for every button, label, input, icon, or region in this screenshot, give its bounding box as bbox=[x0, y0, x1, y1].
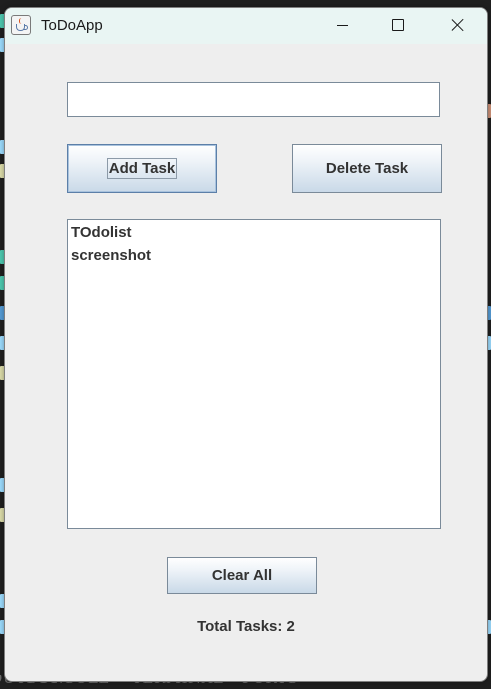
java-cup-icon bbox=[11, 15, 31, 35]
task-list-item[interactable]: TOdolist bbox=[71, 223, 440, 246]
maximize-button[interactable] bbox=[375, 8, 421, 44]
window-title: ToDoApp bbox=[41, 17, 103, 34]
task-list-item[interactable]: screenshot bbox=[71, 246, 440, 269]
close-button[interactable] bbox=[435, 8, 481, 44]
add-task-label: Add Task bbox=[106, 158, 178, 179]
minimize-icon bbox=[337, 25, 348, 26]
delete-task-button[interactable]: Delete Task bbox=[292, 144, 442, 193]
task-input[interactable] bbox=[67, 82, 440, 117]
maximize-icon bbox=[392, 19, 404, 31]
add-task-button[interactable]: Add Task bbox=[67, 144, 217, 193]
minimize-button[interactable] bbox=[321, 8, 367, 44]
total-tasks-label: Total Tasks: 2 bbox=[197, 618, 295, 635]
clear-all-button[interactable]: Clear All bbox=[167, 557, 317, 594]
task-list[interactable]: TOdolist screenshot bbox=[67, 219, 441, 529]
close-icon bbox=[448, 15, 468, 35]
title-bar[interactable]: ToDoApp bbox=[5, 8, 487, 44]
todo-app-window: ToDoApp Add Task Delete Task TOdolist sc… bbox=[4, 7, 488, 682]
